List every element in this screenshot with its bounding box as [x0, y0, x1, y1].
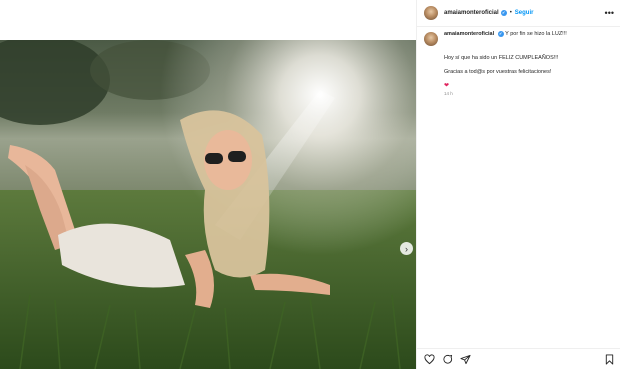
caption-verified-icon: ✔ — [497, 31, 504, 37]
caption-first-row: amaiamonteroficial ✔ Y por fin se hizo l… — [424, 31, 614, 46]
caption-line-1: Hoy sí que ha sido un FELIZ CUMPLEAÑOS!!… — [444, 55, 559, 61]
bookmark-icon[interactable] — [603, 353, 615, 365]
comment-icon[interactable] — [441, 353, 453, 365]
chevron-right-icon: › — [405, 243, 408, 254]
caption-username[interactable]: amaiamonteroficial — [444, 31, 494, 37]
follow-button[interactable]: Seguir — [515, 10, 534, 16]
caption-title: Y por fin se hizo la LUZ!!! — [505, 31, 567, 37]
share-icon[interactable] — [459, 353, 471, 365]
caption: amaiamonteroficial ✔ Y por fin se hizo l… — [424, 31, 614, 96]
next-photo-button[interactable]: › — [400, 242, 413, 255]
separator-dot: • — [509, 10, 512, 16]
photo-illustration — [0, 40, 416, 369]
username-link[interactable]: amaiamonteroficial — [444, 10, 499, 16]
heart-emoji-icon: ❤ — [444, 83, 450, 89]
top-blank-area — [0, 0, 416, 40]
caption-text: amaiamonteroficial ✔ Y por fin se hizo l… — [444, 31, 567, 38]
post-header: amaiamonteroficial ✔ • Seguir ••• — [417, 0, 620, 27]
avatar[interactable] — [424, 6, 438, 20]
verified-badge-icon: ✔ — [500, 10, 507, 16]
post-timestamp[interactable]: 14 h — [444, 91, 614, 96]
post-photo: › — [0, 40, 416, 369]
caption-avatar[interactable] — [424, 32, 438, 46]
post-side-panel: amaiamonteroficial ✔ • Seguir ••• amaiam… — [416, 0, 620, 369]
action-bar — [417, 348, 620, 369]
heart-icon[interactable] — [423, 353, 435, 365]
caption-line-2: Gracias a tod@s por vuestras felicitacio… — [444, 69, 552, 75]
more-options-icon[interactable]: ••• — [605, 8, 614, 18]
